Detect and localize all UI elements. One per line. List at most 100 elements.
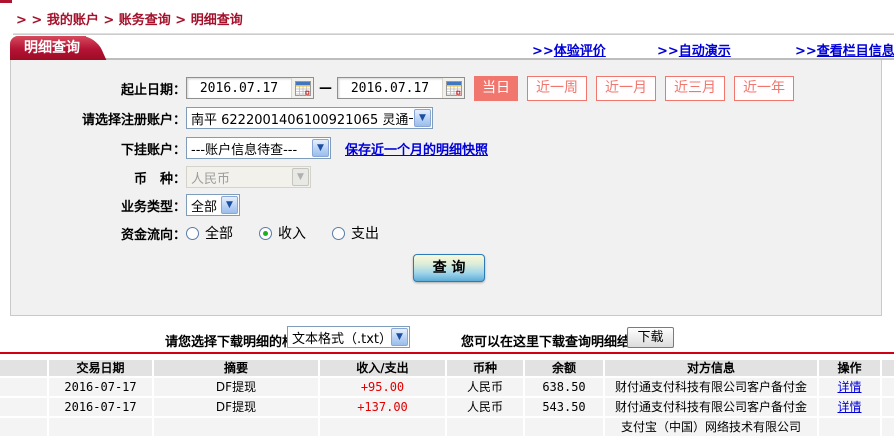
- table-stub-cell: [882, 378, 894, 396]
- link-label: 体验评价: [554, 44, 606, 59]
- breadcrumb[interactable]: > > 我的账户 > 账务查询 > 明细查询: [16, 9, 243, 28]
- sub-account-select[interactable]: ---账户信息待查--- ▼: [186, 137, 331, 159]
- detail-link[interactable]: 详情: [837, 380, 861, 394]
- table-stub-cell: [882, 360, 894, 376]
- biz-type-value: 全部: [187, 196, 220, 215]
- flow-option-label: 收入: [278, 223, 306, 243]
- table-top-divider: [0, 352, 894, 354]
- currency-label: 币 种：: [11, 168, 186, 187]
- calendar-icon: [295, 81, 311, 96]
- cell-counterparty: 财付通支付科技有限公司客户备付金: [605, 398, 817, 416]
- cell-amount: [320, 418, 445, 436]
- end-date-calendar-button[interactable]: [442, 78, 464, 98]
- col-header-amount: 收入/支出: [320, 360, 445, 376]
- download-format-value: 文本格式（.txt）: [288, 328, 390, 347]
- link-label: 查看栏目信息: [817, 44, 894, 59]
- download-button[interactable]: 下载: [627, 327, 674, 348]
- range-last-month-button[interactable]: 近一月: [596, 76, 656, 101]
- registered-account-select[interactable]: 南平 6222001406100921065 灵通卡 ▼: [186, 107, 433, 129]
- table-stub-cell: [0, 360, 47, 376]
- cell-action: [819, 418, 880, 436]
- account-row: 请选择注册账户： 南平 6222001406100921065 灵通卡 ▼: [11, 105, 433, 131]
- col-header-counterparty: 对方信息: [605, 360, 817, 376]
- flow-option-income[interactable]: 收入: [259, 223, 306, 243]
- transactions-table: 交易日期 摘要 收入/支出 币种 余额 对方信息 操作 2016-07-17 D…: [0, 360, 894, 436]
- detail-query-page: { "breadcrumb": { "text": "> > 我的账户 > 账务…: [0, 0, 894, 422]
- cell-currency: [447, 418, 523, 436]
- chevron-down-icon: ▼: [292, 168, 309, 186]
- cell-amount: +95.00: [320, 378, 445, 396]
- link-view-column-info[interactable]: >>查看栏目信息: [795, 40, 894, 59]
- table-stub-cell: [882, 418, 894, 436]
- biz-type-select[interactable]: 全部 ▼: [186, 194, 240, 216]
- flow-option-label: 全部: [205, 223, 233, 243]
- save-snapshot-link[interactable]: 保存近一个月的明细快照: [345, 139, 488, 158]
- cell-summary: DF提现: [154, 398, 318, 416]
- col-header-balance: 余额: [525, 360, 603, 376]
- cell-balance: 638.50: [525, 378, 603, 396]
- query-button[interactable]: 查 询: [413, 254, 485, 282]
- currency-value: 人民币: [187, 168, 291, 187]
- link-label: 自动演示: [679, 44, 731, 59]
- query-form-panel: 起止日期： 2016.07.17 — 2016.07.17: [10, 60, 882, 316]
- download-result-label: 您可以在这里下载查询明细结果: [461, 331, 643, 350]
- link-prefix: >>: [795, 44, 817, 59]
- cell-amount: +137.00: [320, 398, 445, 416]
- range-last-week-button[interactable]: 近一周: [527, 76, 587, 101]
- download-format-select[interactable]: 文本格式（.txt） ▼: [287, 326, 410, 348]
- date-range-row: 起止日期： 2016.07.17 — 2016.07.17: [11, 75, 794, 101]
- calendar-icon: [446, 81, 462, 96]
- flow-option-expense[interactable]: 支出: [332, 223, 379, 243]
- chevron-down-icon[interactable]: ▼: [391, 328, 408, 346]
- end-date-value[interactable]: 2016.07.17: [338, 81, 442, 96]
- start-date-input[interactable]: 2016.07.17: [186, 77, 314, 99]
- cell-currency: 人民币: [447, 378, 523, 396]
- cell-balance: [525, 418, 603, 436]
- date-range-separator: —: [319, 81, 332, 96]
- link-prefix: >>: [532, 44, 554, 59]
- cell-counterparty: 支付宝（中国）网络技术有限公司: [605, 418, 817, 436]
- registered-account-value: 南平 6222001406100921065 灵通卡: [187, 109, 413, 128]
- start-date-calendar-button[interactable]: [291, 78, 313, 98]
- chevron-down-icon[interactable]: ▼: [221, 196, 238, 214]
- breadcrumb-divider: [13, 33, 894, 35]
- chevron-down-icon[interactable]: ▼: [312, 139, 329, 157]
- top-edge-mark: [0, 0, 12, 3]
- currency-row: 币 种： 人民币 ▼: [11, 164, 311, 190]
- range-last-year-button[interactable]: 近一年: [734, 76, 794, 101]
- biz-type-label: 业务类型：: [11, 196, 186, 215]
- table-stub-cell: [0, 378, 47, 396]
- col-header-summary: 摘要: [154, 360, 318, 376]
- link-prefix: >>: [657, 44, 679, 59]
- range-today-button[interactable]: 当日: [474, 76, 518, 101]
- sub-account-value: ---账户信息待查---: [187, 139, 311, 158]
- cell-summary: [154, 418, 318, 436]
- chevron-down-icon[interactable]: ▼: [414, 109, 431, 127]
- detail-link[interactable]: 详情: [837, 400, 861, 414]
- col-header-date: 交易日期: [49, 360, 152, 376]
- currency-select-disabled: 人民币 ▼: [186, 166, 311, 188]
- radio-checked-icon[interactable]: [259, 227, 272, 240]
- start-date-value[interactable]: 2016.07.17: [187, 81, 291, 96]
- table-stub-cell: [882, 398, 894, 416]
- account-label: 请选择注册账户：: [11, 109, 186, 128]
- cell-currency: 人民币: [447, 398, 523, 416]
- radio-unchecked-icon[interactable]: [186, 227, 199, 240]
- range-last-quarter-button[interactable]: 近三月: [665, 76, 725, 101]
- cell-balance: 543.50: [525, 398, 603, 416]
- link-auto-demo[interactable]: >>自动演示: [657, 40, 731, 59]
- col-header-currency: 币种: [447, 360, 523, 376]
- col-header-action: 操作: [819, 360, 880, 376]
- link-experience-rating[interactable]: >>体验评价: [532, 40, 606, 59]
- cell-counterparty: 财付通支付科技有限公司客户备付金: [605, 378, 817, 396]
- cell-date: [49, 418, 152, 436]
- tab-detail-query[interactable]: 明细查询: [10, 36, 86, 60]
- radio-unchecked-icon[interactable]: [332, 227, 345, 240]
- cell-date: 2016-07-17: [49, 378, 152, 396]
- flow-option-all[interactable]: 全部: [186, 223, 233, 243]
- end-date-input[interactable]: 2016.07.17: [337, 77, 465, 99]
- sub-account-row: 下挂账户： ---账户信息待查--- ▼ 保存近一个月的明细快照: [11, 135, 488, 161]
- date-range-label: 起止日期：: [11, 79, 186, 98]
- flow-direction-label: 资金流向：: [11, 224, 186, 243]
- biz-type-row: 业务类型： 全部 ▼: [11, 192, 240, 218]
